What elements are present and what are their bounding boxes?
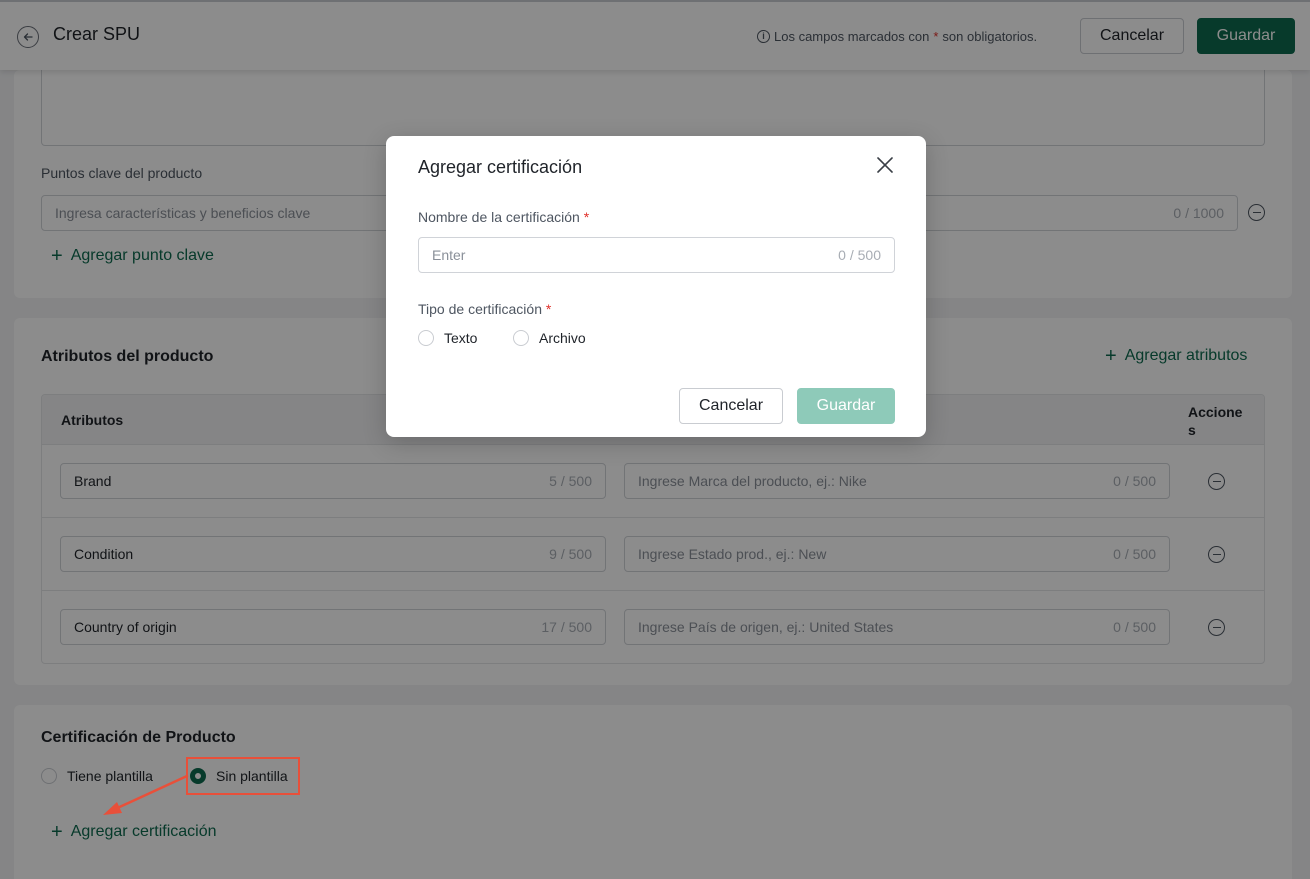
required-star: * bbox=[545, 301, 552, 317]
radio-type-text[interactable]: Texto bbox=[418, 330, 477, 346]
certification-name-label: Nombre de la certificación * bbox=[418, 209, 589, 225]
radio-type-text-label: Texto bbox=[444, 330, 478, 346]
radio-circle bbox=[513, 330, 529, 346]
radio-circle bbox=[418, 330, 434, 346]
certification-name-counter: 0 / 500 bbox=[838, 247, 881, 263]
certification-type-label: Tipo de certificación * bbox=[418, 301, 551, 317]
modal-overlay[interactable] bbox=[0, 0, 1310, 879]
close-icon[interactable] bbox=[874, 154, 896, 176]
modal-cancel-button[interactable]: Cancelar bbox=[679, 388, 783, 424]
certification-name-placeholder: Enter bbox=[432, 247, 466, 263]
annotation-arrow-icon bbox=[103, 774, 189, 815]
radio-type-file[interactable]: Archivo bbox=[513, 330, 586, 346]
required-star: * bbox=[583, 209, 590, 225]
radio-type-file-label: Archivo bbox=[539, 330, 586, 346]
certification-name-label-text: Nombre de la certificación bbox=[418, 209, 580, 225]
annotation-highlight-box bbox=[186, 757, 300, 795]
modal-save-button[interactable]: Guardar bbox=[797, 388, 895, 424]
add-certification-modal: Agregar certificación Nombre de la certi… bbox=[386, 136, 926, 437]
certification-name-input[interactable]: Enter 0 / 500 bbox=[418, 237, 895, 273]
modal-title: Agregar certificación bbox=[418, 157, 583, 177]
certification-type-label-text: Tipo de certificación bbox=[418, 301, 542, 317]
